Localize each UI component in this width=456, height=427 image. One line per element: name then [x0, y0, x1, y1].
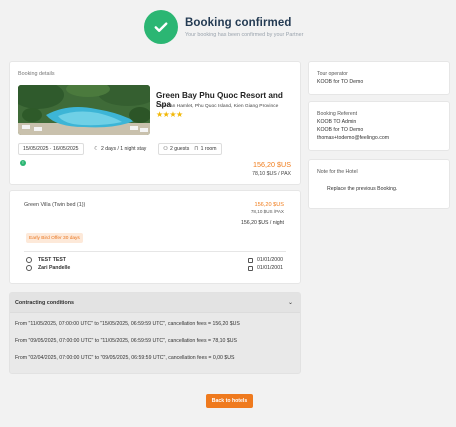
referent-name: KOOB TO Admin [317, 119, 357, 125]
referent-company: KOOB for TO Demo [317, 127, 364, 133]
hotel-address: Cua Can Hamlet, Phu Quoc Island, Kien Gi… [156, 104, 279, 109]
tour-operator-card: Tour operator KOOB for TO Demo [308, 61, 450, 95]
hotel-stars: ★★★★ [156, 110, 183, 119]
back-to-hotels-button[interactable]: Back to hotels [206, 394, 253, 408]
occupancy-pill: ⚇ 2 guests ⊓ 1 room [158, 143, 222, 155]
guest-name: Zari Pandelle [38, 265, 71, 271]
booking-referent-card: Booking Referent KOOB TO Admin KOOB for … [308, 101, 450, 151]
guest-dob: 01/01/2001 [248, 265, 283, 271]
dates-pill: 15/05/2025 · 16/05/2025 [18, 143, 84, 155]
total-price: 156,20 $US [253, 160, 291, 169]
contracting-conditions-toggle[interactable]: Contracting conditions ⌄ [10, 293, 300, 313]
room-price: 156,20 $US [254, 202, 284, 208]
calendar-icon [248, 257, 253, 263]
user-icon [26, 257, 32, 263]
referent-email: thomas+todemo@feelingo.com [317, 135, 390, 141]
dates-text: 15/05/2025 · 16/05/2025 [23, 146, 79, 152]
cancellation-line: From "09/05/2025, 07:00:00 UTC" to "11/0… [15, 338, 237, 344]
tour-operator-label: Tour operator [317, 71, 348, 77]
rooms-count: 1 room [200, 146, 217, 152]
booking-referent-label: Booking Referent [317, 111, 358, 117]
user-icon [26, 265, 32, 271]
hotel-note-label: Note for the Hotel [317, 169, 358, 175]
confirmation-header: Booking confirmed Your booking has been … [144, 10, 303, 44]
moon-icon: ☾ [94, 146, 100, 152]
hotel-note-text: Replace the previous Booking. [327, 186, 398, 192]
contracting-conditions-title: Contracting conditions [15, 300, 74, 306]
dob-text: 01/01/2000 [257, 257, 283, 263]
guests-count: 2 guests [170, 146, 190, 152]
duration-text: 2 days / 1 night stay [101, 146, 147, 152]
hotel-note-card: Note for the Hotel Replace the previous … [308, 159, 450, 209]
guest-row: TEST TEST [26, 257, 66, 263]
guest-name: TEST TEST [38, 257, 66, 263]
calendar-icon [248, 265, 253, 271]
chevron-down-icon[interactable]: ⌄ [288, 299, 293, 306]
guest-dob: 01/01/2000 [248, 257, 283, 263]
room-name: Green Villa (Twin bed (1)) [24, 202, 86, 208]
tour-operator-value: KOOB for TO Demo [317, 79, 364, 85]
hotel-image [18, 85, 150, 135]
cancellation-line: From "11/05/2025, 07:00:00 UTC" to "15/0… [15, 321, 240, 327]
check-circle-icon [144, 10, 178, 44]
room-card: Green Villa (Twin bed (1)) 156,20 $US 78… [9, 190, 301, 284]
duration-pill: ☾ 2 days / 1 night stay [90, 143, 150, 155]
page-title: Booking confirmed [185, 16, 292, 29]
info-icon[interactable]: ! [20, 160, 26, 166]
contracting-conditions-panel: Contracting conditions ⌄ From "11/05/202… [9, 292, 301, 374]
room-price-pax: 78,10 $US /PAX [250, 209, 284, 214]
guest-row: Zari Pandelle [26, 265, 70, 271]
divider [24, 251, 286, 252]
price-per-pax: 78,10 $US / PAX [252, 171, 291, 177]
dob-text: 01/01/2001 [257, 265, 283, 271]
booking-details-label: Booking details [18, 71, 55, 77]
cancellation-line: From "02/04/2025, 07:00:00 UTC" to "09/0… [15, 355, 235, 361]
bed-icon: ⊓ [194, 146, 199, 152]
booking-details-card: Booking details Green Bay Phu Quoc Resor… [9, 61, 301, 185]
page-subtitle: Your booking has been confirmed by your … [185, 31, 304, 38]
people-icon: ⚇ [163, 146, 169, 152]
offer-badge: Early Bird Offer 30 days [26, 233, 83, 243]
room-price-night: 156,20 $US / night [241, 220, 284, 226]
